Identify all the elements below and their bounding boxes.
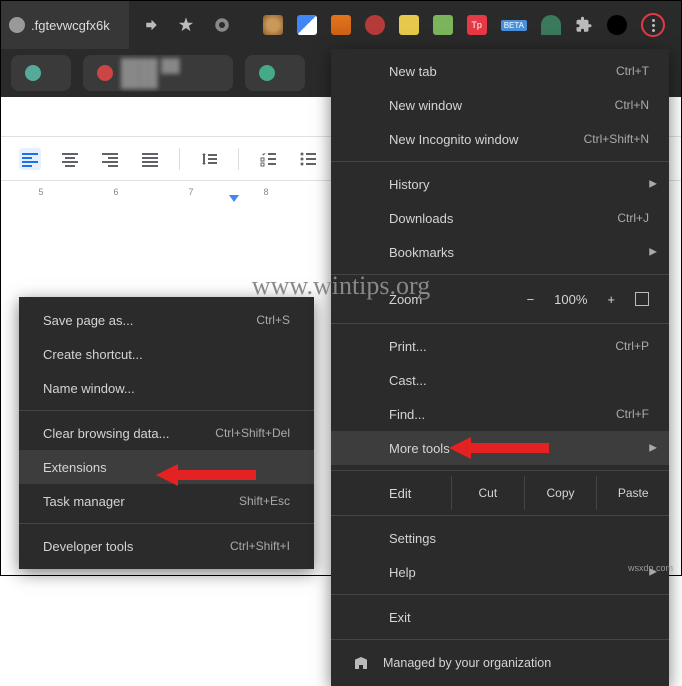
menu-separator: [331, 594, 669, 595]
chrome-main-menu: New tabCtrl+T New windowCtrl+N New Incog…: [331, 49, 669, 686]
menu-exit[interactable]: Exit: [331, 600, 669, 634]
ext-red-icon[interactable]: [365, 15, 385, 35]
menu-save-page[interactable]: Save page as...Ctrl+S: [19, 303, 314, 337]
profile-avatar[interactable]: [607, 15, 627, 35]
menu-developer-tools[interactable]: Developer toolsCtrl+Shift+I: [19, 529, 314, 563]
menu-separator: [331, 323, 669, 324]
chrome-menu-button[interactable]: [641, 13, 665, 37]
line-spacing-icon[interactable]: [198, 148, 220, 170]
menu-separator: [331, 515, 669, 516]
menu-separator: [331, 639, 669, 640]
zoom-out-button[interactable]: −: [527, 292, 535, 307]
camera-icon[interactable]: [213, 16, 231, 34]
menu-bookmarks[interactable]: Bookmarks▶: [331, 235, 669, 269]
chevron-right-icon: ▶: [649, 179, 657, 190]
edit-copy[interactable]: Copy: [524, 476, 597, 510]
menu-create-shortcut[interactable]: Create shortcut...: [19, 337, 314, 371]
menu-settings[interactable]: Settings: [331, 521, 669, 555]
url-text: .fgtevwcgfx6k: [31, 18, 110, 33]
extensions-puzzle-icon[interactable]: [575, 16, 593, 34]
menu-separator: [19, 410, 314, 411]
menu-print[interactable]: Print...Ctrl+P: [331, 329, 669, 363]
building-icon: [353, 655, 369, 671]
address-bar[interactable]: .fgtevwcgfx6k: [1, 1, 129, 49]
zoom-value: 100%: [554, 292, 587, 307]
menu-history[interactable]: History▶: [331, 167, 669, 201]
more-tools-submenu: Save page as...Ctrl+S Create shortcut...…: [19, 297, 314, 569]
menu-zoom: Zoom − 100% +: [331, 280, 669, 318]
menu-new-window[interactable]: New windowCtrl+N: [331, 88, 669, 122]
edit-paste[interactable]: Paste: [596, 476, 669, 510]
address-bar-icons: [129, 16, 243, 34]
menu-edit-row: Edit Cut Copy Paste: [331, 476, 669, 510]
ext-tp-icon[interactable]: Tp: [467, 15, 487, 35]
align-justify-icon[interactable]: [139, 148, 161, 170]
zoom-in-button[interactable]: +: [607, 292, 615, 307]
site-fav-icon: [9, 17, 25, 33]
beta-badge[interactable]: BETA: [501, 20, 527, 31]
align-center-icon[interactable]: [59, 148, 81, 170]
menu-task-manager[interactable]: Task managerShift+Esc: [19, 484, 314, 518]
bullet-list-icon[interactable]: [297, 148, 319, 170]
chevron-right-icon: ▶: [649, 247, 657, 258]
share-icon[interactable]: [141, 16, 159, 34]
ext-metamask-icon[interactable]: [331, 15, 351, 35]
ext-translate-icon[interactable]: [297, 15, 317, 35]
menu-separator: [331, 470, 669, 471]
menu-new-incognito[interactable]: New Incognito windowCtrl+Shift+N: [331, 122, 669, 156]
indent-marker[interactable]: [229, 195, 239, 202]
footer-credit: wsxdn.com: [628, 563, 673, 573]
extension-icons-row: Tp BETA: [263, 1, 665, 49]
browser-tab[interactable]: ████ ██ ████: [83, 55, 233, 91]
edit-cut[interactable]: Cut: [451, 476, 524, 510]
menu-clear-browsing-data[interactable]: Clear browsing data...Ctrl+Shift+Del: [19, 416, 314, 450]
menu-new-tab[interactable]: New tabCtrl+T: [331, 54, 669, 88]
browser-tab[interactable]: [245, 55, 305, 91]
menu-cast[interactable]: Cast...: [331, 363, 669, 397]
checklist-icon[interactable]: [257, 148, 279, 170]
ext-cookie-icon[interactable]: [263, 15, 283, 35]
menu-help[interactable]: Help▶: [331, 555, 669, 589]
ext-yellow-icon[interactable]: [399, 15, 419, 35]
menu-managed-by-org[interactable]: Managed by your organization: [331, 645, 669, 681]
ext-green-icon[interactable]: [433, 15, 453, 35]
menu-downloads[interactable]: DownloadsCtrl+J: [331, 201, 669, 235]
annotation-arrow: [449, 434, 549, 462]
menu-separator: [331, 161, 669, 162]
align-right-icon[interactable]: [99, 148, 121, 170]
align-left-icon[interactable]: [19, 148, 41, 170]
menu-name-window[interactable]: Name window...: [19, 371, 314, 405]
fullscreen-icon[interactable]: [635, 292, 649, 306]
menu-find[interactable]: Find...Ctrl+F: [331, 397, 669, 431]
star-icon[interactable]: [177, 16, 195, 34]
browser-tab[interactable]: [11, 55, 71, 91]
chevron-right-icon: ▶: [649, 443, 657, 454]
menu-separator: [19, 523, 314, 524]
browser-top-bar: .fgtevwcgfx6k Tp BETA: [1, 1, 681, 49]
menu-separator: [331, 274, 669, 275]
ext-green2-icon[interactable]: [541, 15, 561, 35]
annotation-arrow: [156, 461, 256, 489]
